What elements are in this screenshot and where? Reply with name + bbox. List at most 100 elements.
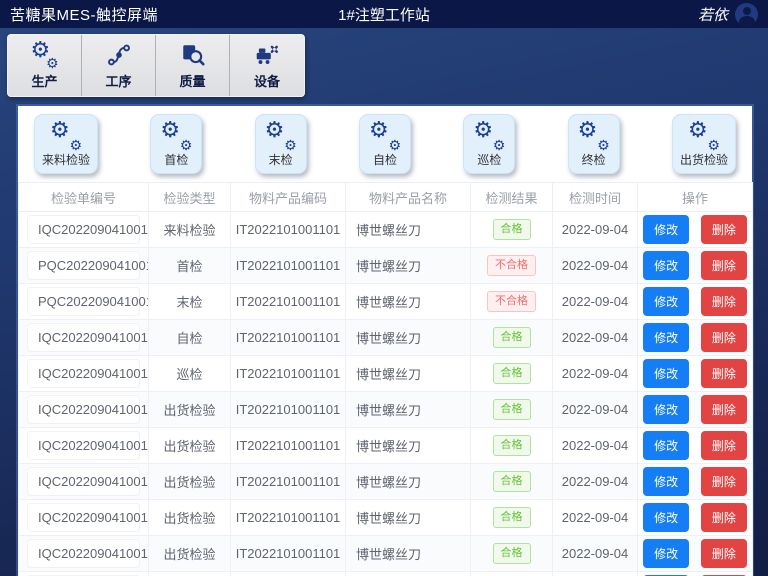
cell-result: 合格 bbox=[471, 536, 553, 572]
inspection-button-final[interactable]: ⚙⚙ 终检 bbox=[568, 114, 620, 174]
gears-icon: ⚙⚙ bbox=[159, 122, 193, 150]
inspection-table: 检验单编号 检验类型 物料产品编码 物料产品名称 检测结果 检测时间 操作 IQ… bbox=[18, 182, 753, 576]
delete-button[interactable]: 删除 bbox=[701, 215, 747, 244]
cell-order-no: IQC202209041001 bbox=[19, 212, 149, 248]
result-badge: 合格 bbox=[493, 363, 531, 384]
process-flow-icon bbox=[106, 42, 132, 68]
cell-material-code: IT2022101001101 bbox=[231, 284, 346, 320]
delete-button[interactable]: 删除 bbox=[701, 539, 747, 568]
header-material-code: 物料产品编码 bbox=[231, 183, 346, 212]
result-badge: 合格 bbox=[493, 507, 531, 528]
edit-button[interactable]: 修改 bbox=[643, 323, 689, 352]
cell-result: 合格 bbox=[471, 320, 553, 356]
header-result: 检测结果 bbox=[471, 183, 553, 212]
edit-button[interactable]: 修改 bbox=[643, 395, 689, 424]
cell-material-name: 博世螺丝刀 bbox=[346, 212, 471, 248]
toolbar-button-production[interactable]: ⚙⚙ 生产 bbox=[8, 35, 82, 96]
cell-order-no: IQC202209041001 bbox=[19, 536, 149, 572]
edit-button[interactable]: 修改 bbox=[643, 215, 689, 244]
toolbar-label-quality: 质量 bbox=[179, 71, 205, 90]
cell-material-name: 博世螺丝刀 bbox=[346, 248, 471, 284]
gears-icon: ⚙⚙ bbox=[472, 122, 506, 150]
cell-date: 2022-09-04 bbox=[553, 392, 638, 428]
inspection-button-row: ⚙⚙ 来料检验 ⚙⚙ 首检 ⚙⚙ 末检 ⚙⚙ 自检 ⚙⚙ 巡检 ⚙⚙ 终检 ⚙⚙… bbox=[18, 106, 752, 182]
cell-material-code: IT2022101001101 bbox=[231, 464, 346, 500]
user-avatar-icon[interactable] bbox=[735, 3, 758, 26]
cell-actions: 修改 删除 bbox=[638, 320, 753, 356]
edit-button[interactable]: 修改 bbox=[643, 359, 689, 388]
delete-button[interactable]: 删除 bbox=[701, 395, 747, 424]
inspection-button-first[interactable]: ⚙⚙ 首检 bbox=[150, 114, 202, 174]
cell-material-name: 博世螺丝刀 bbox=[346, 356, 471, 392]
header-inspection-type: 检验类型 bbox=[149, 183, 231, 212]
cell-date: 2022-09-04 bbox=[553, 536, 638, 572]
table-row: IQC202209041001 出货检验 IT2022101001101 博世螺… bbox=[19, 572, 753, 576]
header-material-name: 物料产品名称 bbox=[346, 183, 471, 212]
cell-material-code: IT2022101001101 bbox=[231, 212, 346, 248]
content-panel: ⚙⚙ 来料检验 ⚙⚙ 首检 ⚙⚙ 末检 ⚙⚙ 自检 ⚙⚙ 巡检 ⚙⚙ 终检 ⚙⚙… bbox=[18, 106, 752, 576]
cell-material-name: 博世螺丝刀 bbox=[346, 320, 471, 356]
result-badge: 不合格 bbox=[487, 291, 536, 312]
inspection-button-label: 末检 bbox=[269, 151, 293, 168]
edit-button[interactable]: 修改 bbox=[643, 431, 689, 460]
edit-button[interactable]: 修改 bbox=[643, 467, 689, 496]
inspection-button-patrol[interactable]: ⚙⚙ 巡检 bbox=[463, 114, 515, 174]
cell-result: 合格 bbox=[471, 464, 553, 500]
delete-button[interactable]: 删除 bbox=[701, 431, 747, 460]
cell-date: 2022-09-04 bbox=[553, 284, 638, 320]
order-no-value: IQC202209041001 bbox=[27, 467, 140, 496]
cell-material-code: IT2022101001101 bbox=[231, 572, 346, 576]
inspection-button-label: 终检 bbox=[582, 151, 606, 168]
delete-button[interactable]: 删除 bbox=[701, 503, 747, 532]
table-row: IQC202209041001 出货检验 IT2022101001101 博世螺… bbox=[19, 536, 753, 572]
user-name: 若依 bbox=[698, 4, 728, 25]
edit-button[interactable]: 修改 bbox=[643, 503, 689, 532]
cell-inspection-type: 出货检验 bbox=[149, 464, 231, 500]
edit-button[interactable]: 修改 bbox=[643, 539, 689, 568]
result-badge: 合格 bbox=[493, 435, 531, 456]
cell-date: 2022-09-04 bbox=[553, 572, 638, 576]
cell-actions: 修改 删除 bbox=[638, 212, 753, 248]
delete-button[interactable]: 删除 bbox=[701, 467, 747, 496]
delete-button[interactable]: 删除 bbox=[701, 251, 747, 280]
toolbar-button-process[interactable]: 工序 bbox=[82, 35, 156, 96]
top-navbar: 苦糖果MES-触控屏端 1#注塑工作站 若依 bbox=[0, 0, 768, 28]
cell-material-code: IT2022101001101 bbox=[231, 392, 346, 428]
delete-button[interactable]: 删除 bbox=[701, 359, 747, 388]
table-header-row: 检验单编号 检验类型 物料产品编码 物料产品名称 检测结果 检测时间 操作 bbox=[19, 183, 753, 212]
toolbar-label-process: 工序 bbox=[105, 71, 131, 90]
cell-actions: 修改 删除 bbox=[638, 248, 753, 284]
cell-inspection-type: 出货检验 bbox=[149, 428, 231, 464]
edit-button[interactable]: 修改 bbox=[643, 251, 689, 280]
cell-actions: 修改 删除 bbox=[638, 428, 753, 464]
cell-material-name: 博世螺丝刀 bbox=[346, 284, 471, 320]
inspection-button-incoming[interactable]: ⚙⚙ 来料检验 bbox=[34, 114, 98, 174]
toolbar-label-production: 生产 bbox=[31, 71, 57, 90]
cell-order-no: IQC202209041001 bbox=[19, 320, 149, 356]
cell-material-code: IT2022101001101 bbox=[231, 500, 346, 536]
cell-order-no: PQC202209041001 bbox=[19, 284, 149, 320]
order-no-value: PQC202209041001 bbox=[27, 287, 140, 316]
cell-date: 2022-09-04 bbox=[553, 212, 638, 248]
gears-icon: ⚙⚙ bbox=[368, 122, 402, 150]
cell-inspection-type: 出货检验 bbox=[149, 392, 231, 428]
edit-button[interactable]: 修改 bbox=[643, 287, 689, 316]
cell-material-name: 博世螺丝刀 bbox=[346, 500, 471, 536]
inspection-button-shipment[interactable]: ⚙⚙ 出货检验 bbox=[672, 114, 736, 174]
result-badge: 合格 bbox=[493, 543, 531, 564]
inspection-button-self[interactable]: ⚙⚙ 自检 bbox=[359, 114, 411, 174]
result-badge: 不合格 bbox=[487, 255, 536, 276]
header-actions: 操作 bbox=[638, 183, 753, 212]
cell-result: 不合格 bbox=[471, 248, 553, 284]
user-area[interactable]: 若依 bbox=[698, 3, 758, 26]
inspection-button-label: 自检 bbox=[373, 151, 397, 168]
delete-button[interactable]: 删除 bbox=[701, 287, 747, 316]
toolbar-button-quality[interactable]: 质量 bbox=[156, 35, 230, 96]
inspection-button-label: 巡检 bbox=[477, 151, 501, 168]
inspection-button-last[interactable]: ⚙⚙ 末检 bbox=[255, 114, 307, 174]
delete-button[interactable]: 删除 bbox=[701, 323, 747, 352]
cell-order-no: IQC202209041001 bbox=[19, 356, 149, 392]
result-badge: 合格 bbox=[493, 399, 531, 420]
cell-actions: 修改 删除 bbox=[638, 572, 753, 576]
toolbar-button-equipment[interactable]: 设备 bbox=[230, 35, 304, 96]
